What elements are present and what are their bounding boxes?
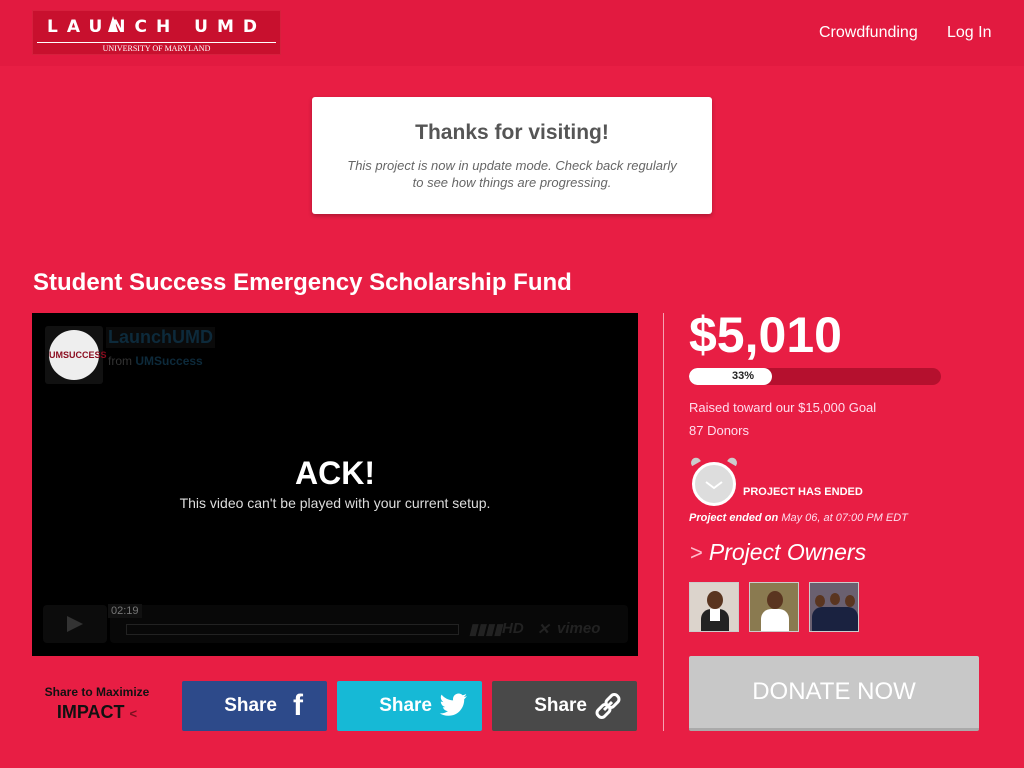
donate-now-button[interactable]: DONATE NOW <box>689 656 979 731</box>
share-prompt-bottom: IMPACT <box>56 702 125 722</box>
funding-percent: 33% <box>731 370 755 382</box>
owner-head <box>815 595 825 607</box>
vimeo-logo[interactable]: vimeo <box>557 620 600 637</box>
link-icon <box>591 689 625 723</box>
top-bar: LAUNCH UMD UNIVERSITY OF MARYLAND Crowdf… <box>0 0 1024 66</box>
share-arrow-icon: < <box>129 706 138 721</box>
share-twitter-button[interactable]: Share <box>337 681 482 731</box>
video-channel-name[interactable]: LaunchUMD <box>106 327 215 348</box>
logo-text: LAUNCH UMD <box>47 17 266 37</box>
from-user-link[interactable]: UMSuccess <box>135 354 202 368</box>
logo-subtext: UNIVERSITY OF MARYLAND <box>102 44 211 53</box>
owner-collar <box>710 609 720 621</box>
owner-avatar[interactable] <box>749 582 799 632</box>
twitter-icon <box>436 689 470 723</box>
ended-date: May 06, at 07:00 PM EDT <box>781 512 908 524</box>
play-button[interactable] <box>43 605 107 643</box>
owner-avatar[interactable] <box>689 582 739 632</box>
video-progress-track[interactable] <box>126 624 459 635</box>
video-error-message: This video can't be played with your cur… <box>179 495 491 511</box>
column-divider <box>663 313 664 731</box>
funding-progress-bar: 33% <box>689 368 941 385</box>
video-player[interactable]: UMSUCCESS LaunchUMD from UMSuccess ACK! … <box>32 313 638 656</box>
owner-head <box>767 591 783 609</box>
video-duration: 02:19 <box>108 604 142 618</box>
channel-avatar[interactable]: UMSUCCESS <box>45 326 107 384</box>
project-owners-heading: Project Owners <box>708 539 867 565</box>
notice-title: Thanks for visiting! <box>415 121 609 144</box>
owner-head <box>707 591 723 609</box>
raised-toward-goal: Raised toward our $15,000 Goal <box>689 400 877 415</box>
owner-avatar[interactable] <box>809 582 859 632</box>
project-owners-toggle[interactable]: > Project Owners <box>690 539 866 566</box>
video-from: from UMSuccess <box>108 354 203 368</box>
owner-head <box>830 593 840 605</box>
avatar-text: UMSUCCESS <box>49 330 107 380</box>
share-prompt: Share to Maximize IMPACT < <box>32 685 162 723</box>
notice-message: This project is now in update mode. Chec… <box>347 158 677 190</box>
fullscreen-icon[interactable]: ✕ <box>537 620 550 638</box>
nav-login[interactable]: Log In <box>947 24 991 42</box>
facebook-icon: f <box>293 689 303 722</box>
share-link-button[interactable]: Share <box>492 681 637 731</box>
owner-head <box>845 595 855 607</box>
play-icon <box>67 616 83 632</box>
video-error-title: ACK! <box>295 455 375 491</box>
project-ended-date: Project ended on May 06, at 07:00 PM EDT <box>689 512 908 524</box>
share-twitter-label: Share <box>379 695 432 716</box>
alarm-clock-icon <box>689 455 739 506</box>
ended-label: Project ended on <box>689 512 779 524</box>
owner-body <box>761 609 789 631</box>
update-mode-notice: Thanks for visiting! This project is now… <box>312 97 712 214</box>
share-facebook-label: Share <box>224 695 277 716</box>
project-status: PROJECT HAS ENDED <box>743 486 863 498</box>
share-link-label: Share <box>534 695 587 716</box>
from-label: from <box>108 354 132 368</box>
amount-raised: $5,010 <box>689 307 842 363</box>
clock-face <box>692 462 736 506</box>
share-facebook-button[interactable]: Share f <box>182 681 327 731</box>
project-title: Student Success Emergency Scholarship Fu… <box>33 269 572 296</box>
share-prompt-top: Share to Maximize <box>44 685 150 699</box>
nav-crowdfunding[interactable]: Crowdfunding <box>819 24 918 42</box>
volume-icon[interactable]: ▮▮▮▮ <box>469 620 502 638</box>
logo-rule <box>37 42 276 43</box>
hd-button[interactable]: HD <box>502 620 524 637</box>
owner-body <box>812 607 858 631</box>
launch-umd-logo[interactable]: LAUNCH UMD UNIVERSITY OF MARYLAND <box>32 10 281 55</box>
donor-count: 87 Donors <box>689 423 749 438</box>
chevron-right-icon: > <box>690 540 703 565</box>
